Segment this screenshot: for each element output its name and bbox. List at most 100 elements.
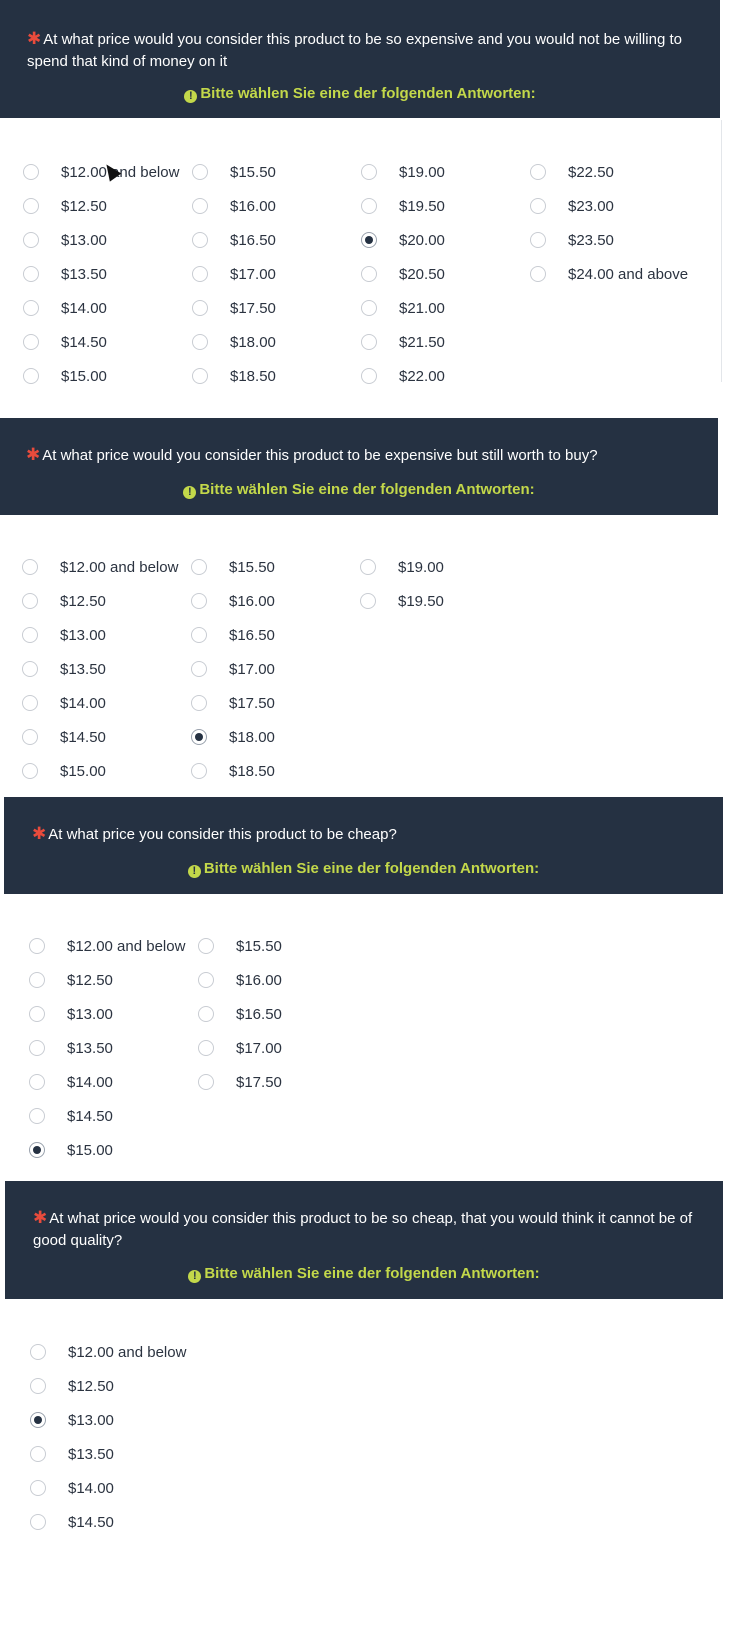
radio-option-label[interactable]: $18.50 xyxy=(230,368,276,385)
radio-button[interactable] xyxy=(191,661,207,677)
radio-option-label[interactable]: $19.50 xyxy=(399,198,445,215)
radio-button[interactable] xyxy=(192,300,208,316)
radio-option[interactable]: $13.50 xyxy=(30,1443,114,1465)
radio-option-label[interactable]: $13.00 xyxy=(67,1006,113,1023)
radio-option[interactable]: $16.50 xyxy=(192,229,276,251)
radio-option[interactable]: $15.00 xyxy=(22,760,106,782)
radio-button[interactable] xyxy=(191,763,207,779)
radio-button[interactable] xyxy=(22,763,38,779)
radio-option-label[interactable]: $13.00 xyxy=(61,232,107,249)
radio-option-label[interactable]: $12.00 and below xyxy=(60,559,178,576)
radio-option-label[interactable]: $15.00 xyxy=(67,1142,113,1159)
radio-option[interactable]: $12.00 and below xyxy=(23,161,179,183)
radio-button[interactable] xyxy=(22,695,38,711)
radio-button[interactable] xyxy=(22,661,38,677)
radio-button[interactable] xyxy=(192,334,208,350)
radio-button[interactable] xyxy=(192,266,208,282)
radio-button[interactable] xyxy=(23,232,39,248)
radio-option[interactable]: $23.00 xyxy=(530,195,614,217)
radio-button[interactable] xyxy=(361,198,377,214)
radio-option[interactable]: $14.00 xyxy=(29,1071,113,1093)
radio-option-label[interactable]: $14.00 xyxy=(68,1480,114,1497)
radio-option[interactable]: $19.00 xyxy=(361,161,445,183)
radio-button[interactable] xyxy=(22,593,38,609)
radio-option-label[interactable]: $20.00 xyxy=(399,232,445,249)
radio-option-label[interactable]: $23.50 xyxy=(568,232,614,249)
radio-option[interactable]: $12.50 xyxy=(29,969,113,991)
radio-button[interactable] xyxy=(191,593,207,609)
radio-option-label[interactable]: $12.00 and below xyxy=(67,938,185,955)
radio-option[interactable]: $13.00 xyxy=(29,1003,113,1025)
radio-option-label[interactable]: $18.00 xyxy=(229,729,275,746)
radio-option-label[interactable]: $12.50 xyxy=(67,972,113,989)
radio-option-label[interactable]: $17.00 xyxy=(229,661,275,678)
radio-option-label[interactable]: $13.00 xyxy=(60,627,106,644)
radio-button[interactable] xyxy=(198,972,214,988)
radio-option[interactable]: $18.00 xyxy=(191,726,275,748)
radio-option-label[interactable]: $24.00 and above xyxy=(568,266,688,283)
radio-option-label[interactable]: $15.50 xyxy=(229,559,275,576)
radio-option-label[interactable]: $20.50 xyxy=(399,266,445,283)
radio-option-label[interactable]: $14.00 xyxy=(61,300,107,317)
radio-option[interactable]: $17.00 xyxy=(191,658,275,680)
radio-button[interactable] xyxy=(191,627,207,643)
radio-option-label[interactable]: $19.50 xyxy=(398,593,444,610)
radio-option[interactable]: $12.00 and below xyxy=(30,1341,186,1363)
radio-option-label[interactable]: $13.50 xyxy=(68,1446,114,1463)
radio-button-checked[interactable] xyxy=(30,1412,46,1428)
radio-option[interactable]: $15.50 xyxy=(192,161,276,183)
radio-option[interactable]: $23.50 xyxy=(530,229,614,251)
radio-button[interactable] xyxy=(30,1344,46,1360)
radio-option[interactable]: $17.00 xyxy=(198,1037,282,1059)
radio-option-label[interactable]: $14.50 xyxy=(61,334,107,351)
radio-button[interactable] xyxy=(23,198,39,214)
radio-option-label[interactable]: $23.00 xyxy=(568,198,614,215)
radio-button[interactable] xyxy=(530,232,546,248)
radio-option[interactable]: $19.50 xyxy=(361,195,445,217)
radio-option[interactable]: $13.50 xyxy=(29,1037,113,1059)
radio-button[interactable] xyxy=(198,1040,214,1056)
radio-button-checked[interactable] xyxy=(191,729,207,745)
radio-button[interactable] xyxy=(23,266,39,282)
radio-option-label[interactable]: $16.00 xyxy=(229,593,275,610)
radio-button[interactable] xyxy=(192,198,208,214)
radio-button[interactable] xyxy=(530,198,546,214)
radio-option-label[interactable]: $21.00 xyxy=(399,300,445,317)
radio-option[interactable]: $12.00 and below xyxy=(22,556,178,578)
radio-button[interactable] xyxy=(22,729,38,745)
radio-button[interactable] xyxy=(198,938,214,954)
radio-option[interactable]: $14.50 xyxy=(23,331,107,353)
radio-button[interactable] xyxy=(22,559,38,575)
radio-button[interactable] xyxy=(23,334,39,350)
radio-option-label[interactable]: $13.50 xyxy=(61,266,107,283)
radio-option-label[interactable]: $12.50 xyxy=(61,198,107,215)
radio-option[interactable]: $12.50 xyxy=(23,195,107,217)
radio-button-checked[interactable] xyxy=(361,232,377,248)
radio-option[interactable]: $12.50 xyxy=(30,1375,114,1397)
radio-button[interactable] xyxy=(29,938,45,954)
radio-option[interactable]: $18.00 xyxy=(192,331,276,353)
radio-button[interactable] xyxy=(191,695,207,711)
radio-option[interactable]: $14.50 xyxy=(29,1105,113,1127)
radio-button[interactable] xyxy=(361,368,377,384)
radio-option[interactable]: $15.50 xyxy=(191,556,275,578)
radio-button[interactable] xyxy=(22,627,38,643)
radio-option[interactable]: $18.50 xyxy=(191,760,275,782)
radio-option[interactable]: $13.00 xyxy=(22,624,106,646)
radio-button[interactable] xyxy=(23,164,39,180)
radio-option[interactable]: $15.00 xyxy=(23,365,107,387)
radio-button[interactable] xyxy=(29,1006,45,1022)
radio-option[interactable]: $17.00 xyxy=(192,263,276,285)
radio-option-label[interactable]: $21.50 xyxy=(399,334,445,351)
radio-option[interactable]: $16.50 xyxy=(191,624,275,646)
radio-option[interactable]: $13.00 xyxy=(30,1409,114,1431)
radio-option[interactable]: $12.00 and below xyxy=(29,935,185,957)
radio-button[interactable] xyxy=(198,1074,214,1090)
radio-option-label[interactable]: $15.00 xyxy=(60,763,106,780)
radio-button[interactable] xyxy=(30,1480,46,1496)
radio-option-label[interactable]: $15.00 xyxy=(61,368,107,385)
radio-option-label[interactable]: $13.00 xyxy=(68,1412,114,1429)
radio-button[interactable] xyxy=(23,300,39,316)
radio-button[interactable] xyxy=(360,559,376,575)
radio-option-label[interactable]: $19.00 xyxy=(399,164,445,181)
